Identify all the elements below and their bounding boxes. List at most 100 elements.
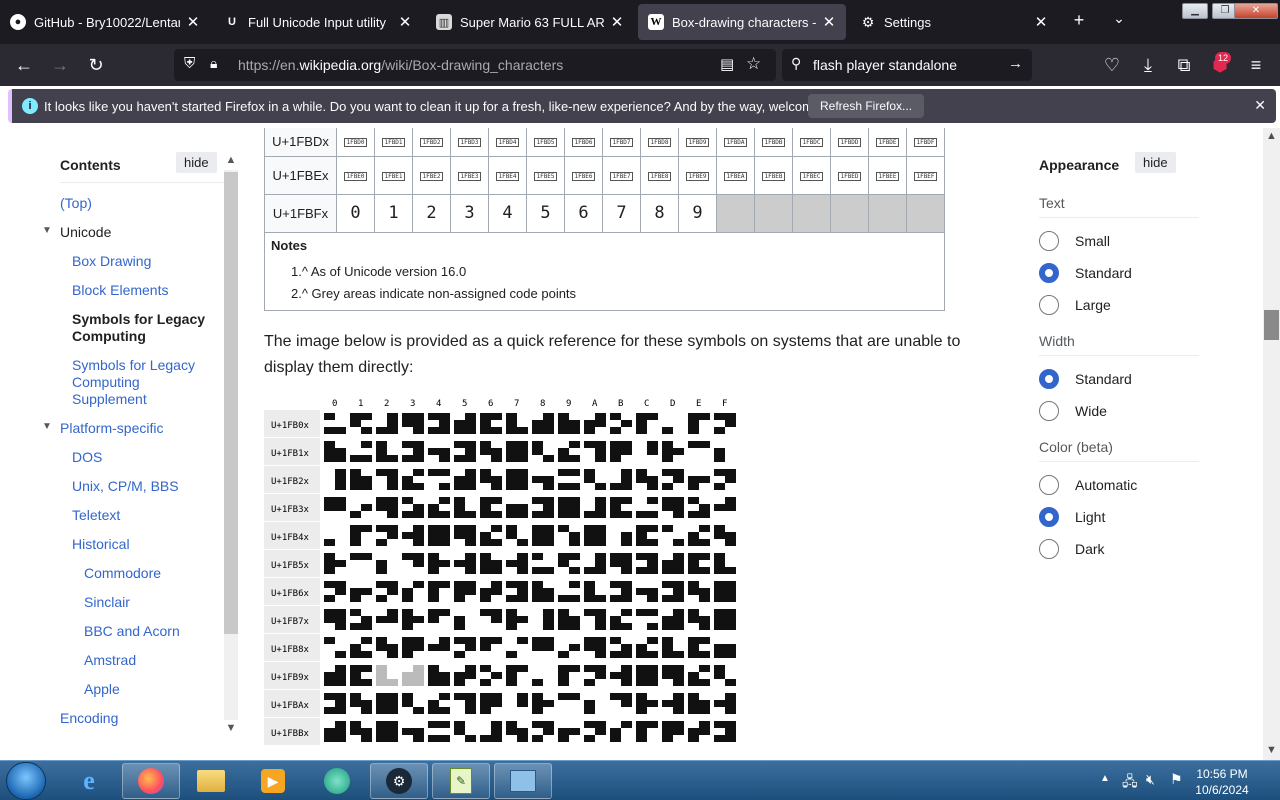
toc-item-sinclair[interactable]: Sinclair <box>84 594 130 611</box>
tab-github[interactable]: ● GitHub - Bry10022/Lentariso ✕ <box>0 4 210 40</box>
scroll-up-icon[interactable]: ▲ <box>1263 130 1280 142</box>
radio-button[interactable] <box>1039 231 1059 251</box>
close-tab-icon[interactable]: ✕ <box>184 13 202 31</box>
toc-item-legacy-computing[interactable]: Symbols for Legacy Computing <box>72 311 222 345</box>
toc-scrollbar[interactable]: ▲ ▼ <box>222 152 240 738</box>
menu-icon[interactable]: ≡ <box>1244 53 1268 77</box>
volume-muted-icon[interactable]: 🔇︎ <box>1146 771 1155 788</box>
radio-button[interactable] <box>1039 475 1059 495</box>
radio-button[interactable] <box>1039 507 1059 527</box>
chevron-down-icon[interactable]: ▼ <box>42 225 52 236</box>
search-bar[interactable]: ⚲ flash player standalone → <box>782 49 1032 81</box>
symbol-glyph <box>662 441 684 462</box>
toc-item-platform-specific[interactable]: Platform-specific <box>60 420 163 437</box>
url-bar[interactable]: ⛨ 🔒︎ https://en.wikipedia.org/wiki/Box-d… <box>174 49 776 81</box>
option-width-wide[interactable]: Wide <box>1039 401 1107 421</box>
new-tab-button[interactable]: + <box>1068 10 1090 31</box>
forward-button[interactable]: → <box>48 53 72 77</box>
note-1[interactable]: 1.^ As of Unicode version 16.0 <box>291 264 466 279</box>
url-text[interactable]: https://en.wikipedia.org/wiki/Box-drawin… <box>238 57 563 73</box>
option-color-light[interactable]: Light <box>1039 507 1105 527</box>
tab-settings[interactable]: ⚙ Settings ✕ <box>850 4 1058 40</box>
app-icon[interactable] <box>308 763 366 799</box>
toc-item-historical[interactable]: Historical <box>72 536 130 553</box>
internet-explorer-icon[interactable]: e <box>60 763 118 799</box>
extensions-icon[interactable]: ⧉ <box>1172 53 1196 77</box>
network-app-icon[interactable] <box>494 763 552 799</box>
radio-button[interactable] <box>1039 539 1059 559</box>
chevron-down-icon[interactable]: ▼ <box>42 421 52 432</box>
toc-item-dos[interactable]: DOS <box>72 449 102 466</box>
show-hidden-icons[interactable]: ▲ <box>1100 773 1110 784</box>
search-input[interactable]: flash player standalone <box>813 57 957 73</box>
close-tab-icon[interactable]: ✕ <box>1032 13 1050 31</box>
symbol-glyph <box>688 581 710 602</box>
option-text-large[interactable]: Large <box>1039 295 1111 315</box>
glyph-block <box>673 609 684 616</box>
close-tab-icon[interactable]: ✕ <box>820 13 838 31</box>
option-text-standard[interactable]: Standard <box>1039 263 1132 283</box>
start-button[interactable] <box>6 762 46 800</box>
toc-item-encoding[interactable]: Encoding <box>60 710 118 727</box>
scrollbar-thumb[interactable] <box>1264 310 1279 340</box>
tab-unicode[interactable]: U Full Unicode Input utility ✕ <box>214 4 422 40</box>
close-tab-icon[interactable]: ✕ <box>608 13 626 31</box>
toc-item-bbc-acorn[interactable]: BBC and Acorn <box>84 623 180 640</box>
option-color-automatic[interactable]: Automatic <box>1039 475 1137 495</box>
file-explorer-icon[interactable] <box>182 763 240 799</box>
pocket-icon[interactable]: ♡ <box>1100 53 1124 77</box>
toc-item-commodore[interactable]: Commodore <box>84 565 161 582</box>
go-arrow-icon[interactable]: → <box>1008 55 1023 72</box>
notepad-icon[interactable]: ✎ <box>432 763 490 799</box>
toc-item-apple[interactable]: Apple <box>84 681 120 698</box>
scroll-down-icon[interactable]: ▼ <box>222 722 240 734</box>
appearance-hide-button[interactable]: hide <box>1135 152 1176 173</box>
toc-hide-button[interactable]: hide <box>176 152 217 173</box>
toc-item-unicode[interactable]: Unicode <box>60 224 111 241</box>
bookmark-star-icon[interactable]: ☆ <box>746 54 761 74</box>
radio-button[interactable] <box>1039 295 1059 315</box>
reader-view-icon[interactable]: ▤ <box>720 55 734 73</box>
radio-button[interactable] <box>1039 369 1059 389</box>
radio-button[interactable] <box>1039 263 1059 283</box>
glyph-block <box>491 588 502 595</box>
firefox-icon[interactable] <box>122 763 180 799</box>
toc-item-legacy-supplement[interactable]: Symbols for Legacy Computing Supplement <box>72 357 212 408</box>
glyph-block <box>413 665 424 672</box>
close-tab-icon[interactable]: ✕ <box>396 13 414 31</box>
toc-item-amstrad[interactable]: Amstrad <box>84 652 136 669</box>
toc-item-block-elements[interactable]: Block Elements <box>72 282 168 299</box>
window-close-button[interactable]: ✕ <box>1234 3 1278 19</box>
toc-item-unix[interactable]: Unix, CP/M, BBS <box>72 478 179 495</box>
scroll-up-icon[interactable]: ▲ <box>222 154 240 166</box>
reload-button[interactable]: ↻ <box>84 53 108 77</box>
refresh-firefox-button[interactable]: Refresh Firefox... <box>808 94 925 118</box>
note-2[interactable]: 2.^ Grey areas indicate non-assigned cod… <box>291 286 576 301</box>
scroll-down-icon[interactable]: ▼ <box>1263 744 1280 756</box>
page-scrollbar[interactable]: ▲ ▼ <box>1263 128 1280 760</box>
option-color-dark[interactable]: Dark <box>1039 539 1105 559</box>
media-player-icon[interactable]: ▶ <box>244 763 302 799</box>
toc-item-box-drawing[interactable]: Box Drawing <box>72 253 151 270</box>
toc-item-top[interactable]: (Top) <box>60 195 92 212</box>
tab-box-drawing[interactable]: W Box-drawing characters - Wi ✕ <box>638 4 846 40</box>
shield-icon[interactable]: ⛨ <box>184 55 195 72</box>
steam-icon[interactable]: ⚙ <box>370 763 428 799</box>
flag-icon[interactable]: ⚑ <box>1170 771 1183 788</box>
minimize-button[interactable]: ▁ <box>1182 3 1208 19</box>
toc-item-teletext[interactable]: Teletext <box>72 507 120 524</box>
network-icon[interactable]: 🖧︎ <box>1122 771 1138 795</box>
radio-button[interactable] <box>1039 401 1059 421</box>
list-tabs-button[interactable]: ⌄ <box>1108 10 1130 27</box>
scrollbar-thumb[interactable] <box>224 172 238 634</box>
option-text-small[interactable]: Small <box>1039 231 1110 251</box>
back-button[interactable]: ← <box>12 53 36 77</box>
lock-icon[interactable]: 🔒︎ <box>210 55 217 72</box>
tab-mario[interactable]: ▥ Super Mario 63 FULL ARCHIV ✕ <box>426 4 634 40</box>
option-width-standard[interactable]: Standard <box>1039 369 1132 389</box>
glyph-block <box>569 567 580 574</box>
downloads-icon[interactable]: ⤓ <box>1136 53 1160 77</box>
clock[interactable]: 10:56 PM 10/6/2024 <box>1190 766 1254 798</box>
close-icon[interactable]: ✕ <box>1254 97 1266 114</box>
glyph-block <box>699 441 710 448</box>
